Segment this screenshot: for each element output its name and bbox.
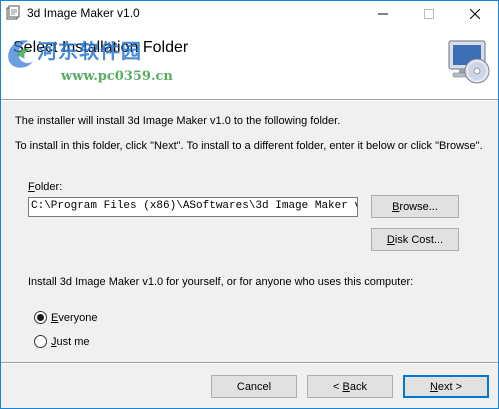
next-accesskey: N [429, 380, 438, 393]
maximize-button[interactable] [406, 1, 452, 27]
watermark-logo: 河东软件园 www.pc0359.cn [8, 21, 231, 91]
next-label: ext > [437, 380, 463, 393]
radio-everyone-label: veryone [58, 311, 98, 324]
radio-just-me[interactable]: Just me [34, 335, 90, 348]
folder-path-input[interactable]: C:\Program Files (x86)\ASoftwares\3d Ima… [28, 197, 358, 217]
folder-label: Folder: [28, 181, 62, 193]
browse-accesskey: B [392, 200, 400, 213]
folder-label-accesskey: F [28, 181, 35, 193]
browse-label: rowse... [399, 200, 438, 213]
maximize-icon [424, 9, 434, 19]
install-instructions: To install in this folder, click "Next".… [15, 140, 483, 152]
back-accesskey: B [342, 380, 350, 393]
computer-cd-icon [448, 40, 490, 84]
back-button[interactable]: < Back [307, 375, 393, 398]
back-label: ack [349, 380, 367, 393]
install-description: The installer will install 3d Image Make… [15, 115, 341, 127]
back-arrow: < [333, 380, 343, 393]
next-button[interactable]: Next > [403, 375, 489, 398]
disk-cost-button[interactable]: Disk Cost... [371, 228, 459, 251]
close-button[interactable] [452, 1, 498, 27]
close-icon [470, 9, 480, 19]
header-divider-highlight [1, 100, 498, 101]
disk-cost-label: isk Cost... [394, 233, 444, 246]
watermark-text: 河东软件园 [37, 39, 142, 63]
minimize-button[interactable] [360, 1, 406, 27]
radio-everyone-button[interactable] [34, 311, 47, 324]
footer-divider-highlight [1, 363, 498, 364]
install-for-prompt: Install 3d Image Maker v1.0 for yourself… [28, 276, 414, 288]
browse-button[interactable]: Browse... [371, 195, 459, 218]
disk-cost-accesskey: D [386, 233, 395, 246]
radio-everyone[interactable]: Everyone [34, 311, 97, 324]
minimize-icon [378, 13, 388, 15]
watermark-url: www.pc0359.cn [61, 69, 173, 84]
radio-everyone-accesskey: E [51, 311, 59, 324]
installer-window: 3d Image Maker v1.0 Select Installation … [0, 0, 499, 409]
cancel-button[interactable]: Cancel [211, 375, 297, 398]
radio-just-me-button[interactable] [34, 335, 47, 348]
header-banner: Select Installation Folder 河东软件园 www.pc0… [1, 27, 498, 99]
watermark-swirl-icon [8, 40, 34, 68]
folder-label-rest: older: [34, 181, 63, 193]
window-title: 3d Image Maker v1.0 [27, 6, 140, 20]
radio-just-me-label: ust me [56, 335, 90, 348]
installer-app-icon [6, 5, 20, 20]
